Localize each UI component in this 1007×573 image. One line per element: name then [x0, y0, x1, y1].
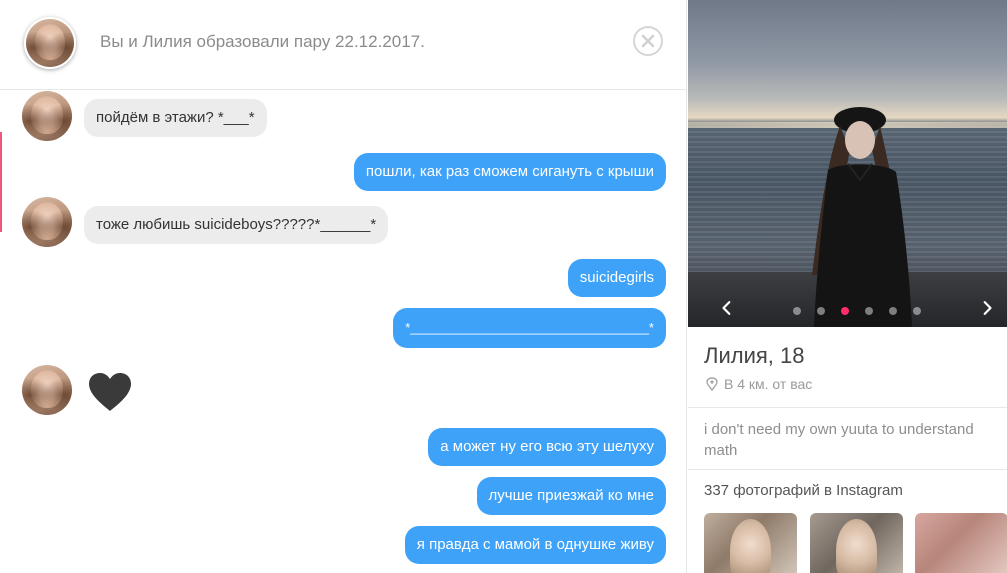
profile-panel: Лилия, 18 В 4 км. от вас i don't need my… — [688, 0, 1007, 573]
profile-distance: В 4 км. от вас — [706, 376, 812, 392]
match-date-text: Вы и Лилия образовали пару 22.12.2017. — [100, 32, 425, 51]
photo-dot[interactable] — [913, 307, 921, 315]
sender-avatar[interactable] — [22, 365, 72, 415]
location-pin-icon — [706, 377, 718, 391]
profile-bio: i don't need my own yuuta to understand … — [704, 421, 974, 459]
outgoing-message: я правда с мамой в однушке живу — [404, 526, 666, 564]
profile-photo[interactable] — [688, 0, 1007, 327]
instagram-count: 337 фотографий в Instagram — [704, 482, 903, 499]
sender-avatar[interactable] — [22, 197, 72, 247]
person-figure — [812, 107, 912, 327]
photo-dot-active[interactable] — [841, 307, 849, 315]
photo-pagination — [793, 307, 921, 315]
instagram-thumbnail[interactable] — [704, 513, 797, 573]
prev-photo-button[interactable] — [714, 296, 738, 320]
incoming-message: пойдём в этажи? *___* — [84, 99, 267, 137]
chevron-left-icon — [722, 301, 731, 315]
photo-dot[interactable] — [889, 307, 897, 315]
divider — [688, 407, 1007, 408]
outgoing-message: а может ну его всю эту шелуху — [428, 428, 666, 466]
accent-bar — [0, 132, 2, 232]
chat-header: Вы и Лилия образовали пару 22.12.2017. — [0, 0, 686, 90]
chat-panel: Вы и Лилия образовали пару 22.12.2017. п… — [0, 0, 687, 573]
next-photo-button[interactable] — [976, 296, 1000, 320]
outgoing-message: пошли, как раз сможем сигануть с крыши — [353, 153, 666, 191]
profile-name-age: Лилия, 18 — [704, 343, 805, 368]
chevron-right-icon — [983, 301, 992, 315]
match-avatar[interactable] — [24, 17, 76, 69]
outgoing-message: suicidegirls — [567, 259, 666, 297]
photo-dot[interactable] — [865, 307, 873, 315]
photo-dot[interactable] — [817, 307, 825, 315]
distance-text: В 4 км. от вас — [724, 376, 813, 392]
divider — [688, 469, 1007, 470]
instagram-thumbnail[interactable] — [810, 513, 903, 573]
close-button[interactable] — [633, 26, 663, 56]
heart-icon — [89, 373, 131, 411]
close-icon — [641, 34, 655, 48]
instagram-thumbnail[interactable] — [915, 513, 1007, 573]
photo-dot[interactable] — [793, 307, 801, 315]
incoming-message: тоже любишь suicideboys?????*______* — [84, 206, 389, 244]
outgoing-message: *_________________________________* — [393, 308, 666, 348]
outgoing-message: лучше приезжай ко мне — [476, 477, 666, 515]
sender-avatar[interactable] — [22, 91, 72, 141]
